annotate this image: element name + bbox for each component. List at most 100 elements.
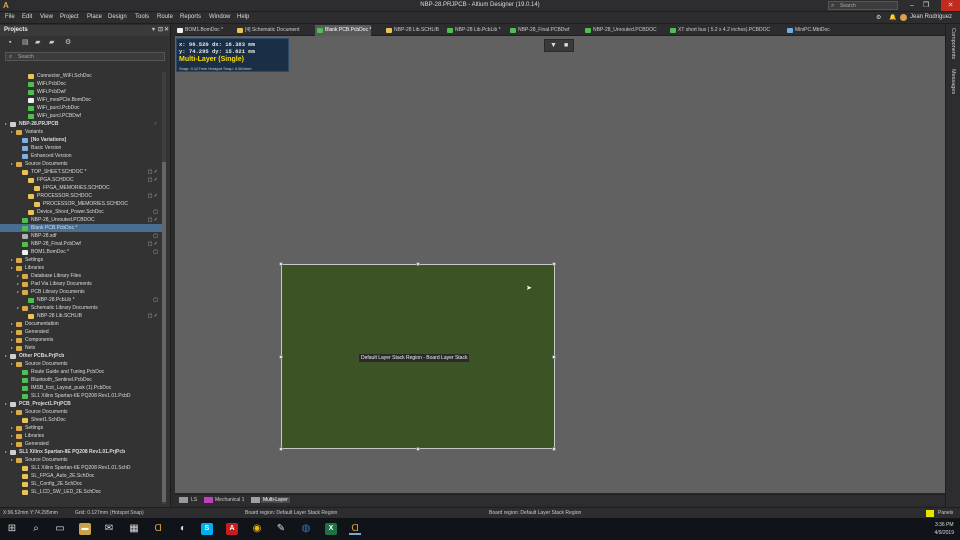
altium-active-icon[interactable]: Ɑ — [349, 523, 361, 535]
document-tab[interactable]: NBP-28 Lib.SCHLIB — [384, 25, 439, 36]
tree-item[interactable]: ▸ PCB_Project1.PrjPCB — [0, 400, 162, 408]
document-tab[interactable]: NBP-28_Final.PCBDwf — [508, 25, 569, 36]
tree-item[interactable]: WiFi_purcl.PCBDwf — [0, 112, 162, 120]
resize-handle-bl[interactable] — [279, 447, 283, 451]
tree-expander-icon[interactable]: ▸ — [11, 432, 15, 440]
document-tab[interactable]: XT short bus ( 5.2 x 4.2 inches).PCBDOC — [668, 25, 770, 36]
tree-item[interactable]: SL1 Xilinx Spartan-IIE PQ208 Rev1.01.Pcb… — [0, 392, 162, 400]
tree-item[interactable]: ▸ SL1 Xilinx Spartan-IIE PQ208 Rev1.01.Pr… — [0, 448, 162, 456]
tree-item[interactable]: ▸ Generated — [0, 328, 162, 336]
taskbar-search-icon[interactable]: ⌕ — [30, 523, 42, 535]
resize-handle-tr[interactable] — [552, 262, 556, 266]
tree-item[interactable]: NBP-28.PcbLib * ▢ — [0, 296, 162, 304]
tree-item[interactable]: WiFi.PcbDwf — [0, 88, 162, 96]
filter-icon[interactable]: ▼ — [550, 42, 557, 49]
tree-item[interactable]: ▸ NBP-28.PRJPCB ✓ — [0, 120, 162, 128]
settings-gear-icon[interactable]: ⚙ — [65, 39, 73, 46]
open-folder-icon[interactable]: ▰ — [35, 39, 43, 46]
panel-close-icon[interactable]: ✕ — [164, 25, 169, 36]
document-tab[interactable]: Blank PCB.PcbDoc * — [315, 25, 372, 36]
tree-item[interactable]: ▸ Settings — [0, 256, 162, 264]
tree-item[interactable]: ▸ Libraries — [0, 432, 162, 440]
tree-expander-icon[interactable]: ▸ — [5, 352, 9, 360]
paint-icon[interactable]: ✎ — [275, 523, 287, 535]
panels-button[interactable]: Panels — [938, 510, 953, 516]
tree-item[interactable]: SL_Config_2E.SchDoc — [0, 480, 162, 488]
tree-item[interactable]: ▸ Database Library Files — [0, 272, 162, 280]
calculator-icon[interactable]: ▦ — [128, 523, 140, 535]
tree-expander-icon[interactable]: ▸ — [11, 256, 15, 264]
tree-item[interactable]: ▸ Schematic Library Documents — [0, 304, 162, 312]
system-clock[interactable]: 3:36 PM 4/9/2019 — [935, 521, 954, 537]
tree-expander-icon[interactable]: ▸ — [11, 360, 15, 368]
projects-scrollbar[interactable] — [162, 72, 166, 504]
menu-place[interactable]: Place — [87, 14, 102, 20]
tree-expander-icon[interactable]: ▸ — [11, 328, 15, 336]
browser-icon[interactable]: ◍ — [300, 523, 312, 535]
tree-item[interactable]: WiFi_purcl.PcbDoc — [0, 104, 162, 112]
scrollbar-thumb[interactable] — [162, 162, 166, 502]
menu-design[interactable]: Design — [108, 14, 127, 20]
panel-menu-icon[interactable]: ▾ — [152, 25, 155, 36]
tree-expander-icon[interactable]: ▸ — [17, 304, 21, 312]
tree-item[interactable]: Device_Shoot_Power.SchDoc ▢ — [0, 208, 162, 216]
app-icon[interactable]: ◐ — [177, 523, 189, 535]
chrome-icon[interactable]: ◉ — [251, 523, 263, 535]
tree-item[interactable]: ▸ Nets — [0, 344, 162, 352]
avatar[interactable] — [900, 14, 907, 21]
tree-item[interactable]: ▸ Settings — [0, 424, 162, 432]
tree-expander-icon[interactable]: ▸ — [11, 160, 15, 168]
task-view-icon[interactable]: ▭ — [54, 523, 66, 535]
tree-expander-icon[interactable]: ▸ — [11, 456, 15, 464]
tree-expander-icon[interactable]: ▸ — [11, 336, 15, 344]
tree-expander-icon[interactable]: ▸ — [5, 448, 9, 456]
mail-icon[interactable]: ✉ — [103, 523, 115, 535]
menu-reports[interactable]: Reports — [180, 14, 201, 20]
global-search-input[interactable]: ⌕ Search — [828, 1, 898, 10]
minimize-button[interactable]: – — [905, 0, 919, 11]
tree-item[interactable]: SL_LCD_SW_LED_2E.SchDoc — [0, 488, 162, 496]
tree-item[interactable]: ▸ Generated — [0, 440, 162, 448]
resize-handle-tc[interactable] — [416, 262, 420, 266]
maximize-button[interactable]: ❐ — [919, 0, 933, 11]
tree-item[interactable]: Bluetooth_Sentinel.PcbDoc — [0, 376, 162, 384]
pin-icon[interactable]: ⊡ — [158, 25, 163, 36]
acrobat-icon[interactable]: A — [226, 523, 238, 535]
tree-item[interactable]: ▸ Other PCBs.PrjPcb — [0, 352, 162, 360]
tree-expander-icon[interactable]: ▸ — [11, 424, 15, 432]
tree-item[interactable]: ▸ Libraries — [0, 264, 162, 272]
tree-item[interactable]: ▸ Source Documents — [0, 160, 162, 168]
close-button[interactable]: ✕ — [941, 0, 960, 11]
select-box-icon[interactable]: ■ — [564, 42, 568, 49]
tree-item[interactable]: ▸ Components — [0, 336, 162, 344]
tree-expander-icon[interactable]: ▸ — [11, 408, 15, 416]
resize-handle-tl[interactable] — [279, 262, 283, 266]
skype-icon[interactable]: S — [201, 523, 213, 535]
menu-file[interactable]: File — [5, 14, 15, 20]
menu-window[interactable]: Window — [209, 14, 230, 20]
tree-expander-icon[interactable]: ▸ — [11, 264, 15, 272]
windows-start-icon[interactable]: ⊞ — [6, 523, 18, 535]
tree-item[interactable]: Route Guide and Tuning.PcbDoc — [0, 368, 162, 376]
resize-handle-ml[interactable] — [279, 355, 283, 359]
gear-icon[interactable]: ⚙ — [876, 14, 881, 21]
tree-item[interactable]: ▸ Documentation — [0, 320, 162, 328]
tree-item[interactable]: NBP-28_Final.PcbDwf ▢ ✓ — [0, 240, 162, 248]
document-tab[interactable]: NBP-28_Unrouted.PCBDOC — [583, 25, 657, 36]
tree-item[interactable]: PROCESSOR_MEMORIES.SCHDOC — [0, 200, 162, 208]
notification-bell-icon[interactable]: 🔔 — [889, 14, 896, 21]
document-tab[interactable]: MiniPC.MbtDoc — [785, 25, 830, 36]
tree-item[interactable]: WiFi_mesPCIe.BomDoc — [0, 96, 162, 104]
tree-expander-icon[interactable]: ▸ — [17, 280, 21, 288]
messages-panel-tab[interactable]: Messages — [950, 69, 956, 94]
tree-item[interactable]: ▸ PCB Library Documents — [0, 288, 162, 296]
tree-expander-icon[interactable]: ▸ — [5, 120, 9, 128]
tree-item[interactable]: FPGA.SCHDOC ▢ ✓ — [0, 176, 162, 184]
layer-tab-mechanical-1[interactable]: Mechanical 1 — [215, 497, 244, 503]
menu-view[interactable]: View — [40, 14, 53, 20]
tree-item[interactable]: Sheet1.SchDoc — [0, 416, 162, 424]
menu-help[interactable]: Help — [237, 14, 249, 20]
menu-route[interactable]: Route — [157, 14, 173, 20]
folder-icon[interactable]: ▰ — [49, 39, 57, 46]
tree-item[interactable]: IMSB_fcst_Layout_pusk (1).PcbDoc — [0, 384, 162, 392]
